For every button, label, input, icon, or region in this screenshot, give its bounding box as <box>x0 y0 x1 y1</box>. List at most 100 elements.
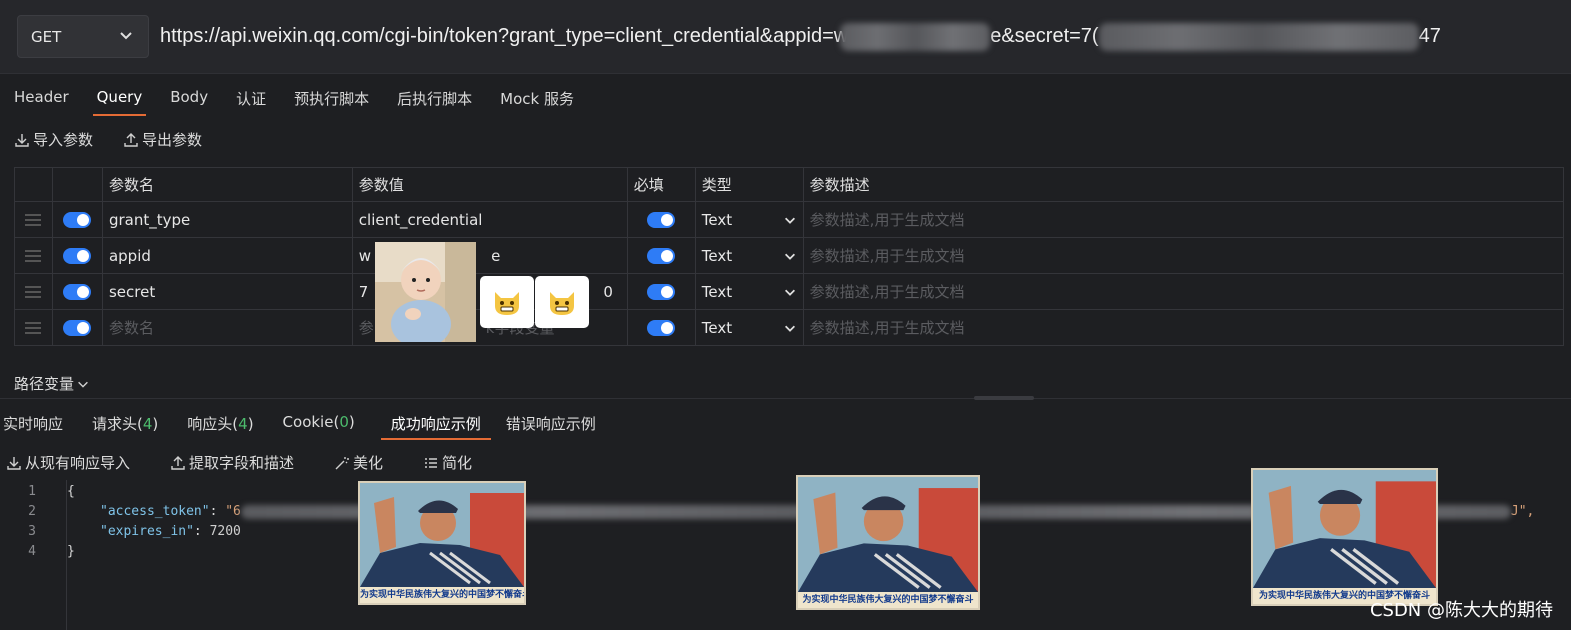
col-desc: 参数描述 <box>802 167 1565 202</box>
method-select[interactable]: GET <box>17 15 149 58</box>
export-params-label: 导出参数 <box>142 131 203 149</box>
tab-response-headers[interactable]: 响应头(4) <box>184 406 267 440</box>
type-label: Text <box>701 246 733 265</box>
param-desc-input[interactable]: 参数描述,用于生成文档 <box>802 273 1565 310</box>
url-end: 47 <box>1418 25 1441 47</box>
resize-handle[interactable] <box>974 396 1034 400</box>
grin-cat-icon <box>550 292 574 315</box>
col-required: 必填 <box>626 167 696 202</box>
code-line: { <box>67 484 75 499</box>
tab-header[interactable]: Header <box>0 78 83 116</box>
cat-emoji-sticker <box>535 276 589 328</box>
param-name[interactable]: appid <box>101 237 353 274</box>
download-icon <box>15 133 29 147</box>
param-toolbar: 导入参数 导出参数 <box>14 129 202 150</box>
url-prefix: https://api.weixin.qq.com/cgi-bin/token?… <box>160 25 849 47</box>
param-name[interactable]: grant_type <box>101 201 353 238</box>
required-toggle[interactable] <box>647 211 676 228</box>
chevron-down-icon <box>120 32 132 40</box>
table-row-new: 参数名 参 k字段变量 Text 参数描述,用于生成文档 <box>14 309 1565 346</box>
tab-mock[interactable]: Mock 服务 <box>486 78 588 116</box>
list-icon <box>425 457 438 468</box>
tab-request-headers[interactable]: 请求头(4) <box>89 406 172 440</box>
required-toggle[interactable] <box>647 283 676 300</box>
line-number: 4 <box>28 544 36 559</box>
drag-handle-icon[interactable] <box>25 249 42 262</box>
param-name[interactable]: secret <box>101 273 353 310</box>
required-toggle[interactable] <box>647 247 676 264</box>
url-mid: e&secret=7( <box>990 25 1099 47</box>
poster-image: 为实现中华民族伟大复兴的中国梦不懈奋斗 <box>1251 468 1438 606</box>
table-header-row: 参数名 参数值 必填 类型 参数描述 <box>14 167 1565 202</box>
table-row: appid we Text 参数描述,用于生成文档 <box>14 237 1565 274</box>
drag-handle-icon[interactable] <box>25 213 42 226</box>
line-number: 1 <box>28 484 36 499</box>
chevron-down-icon <box>784 217 795 224</box>
params-table: 参数名 参数值 必填 类型 参数描述 grant_type client_cre… <box>14 167 1565 346</box>
tab-query[interactable]: Query <box>83 78 157 116</box>
extract-fields-button[interactable]: 提取字段和描述 <box>170 452 294 473</box>
chevron-down-icon <box>784 289 795 296</box>
chevron-down-icon <box>78 381 88 388</box>
enable-toggle[interactable] <box>63 211 92 228</box>
tab-cookie[interactable]: Cookie(0) <box>280 406 369 440</box>
worker-illustration <box>798 477 978 592</box>
col-type: 类型 <box>694 167 804 202</box>
worker-illustration <box>360 483 524 587</box>
divider <box>0 398 1571 399</box>
method-label: GET <box>31 27 62 46</box>
import-from-response-button[interactable]: 从现有响应导入 <box>6 452 130 473</box>
drag-handle-icon[interactable] <box>25 285 42 298</box>
poster-caption: 为实现中华民族伟大复兴的中国梦不懈奋斗 <box>798 592 978 608</box>
path-variables-toggle[interactable]: 路径变量 <box>14 373 90 394</box>
redacted-secret <box>1098 22 1419 51</box>
simplify-button[interactable]: 简化 <box>423 452 472 473</box>
required-toggle[interactable] <box>647 319 676 336</box>
tab-pre-script[interactable]: 预执行脚本 <box>280 78 383 116</box>
path-variables-label: 路径变量 <box>14 375 75 393</box>
col-value: 参数值 <box>351 167 628 202</box>
type-select[interactable]: Text <box>694 237 804 274</box>
drag-handle-icon[interactable] <box>25 321 42 334</box>
tab-success-example[interactable]: 成功响应示例 <box>380 406 491 440</box>
param-value[interactable]: client_credential <box>351 201 628 238</box>
poster-image: 为实现中华民族伟大复兴的中国梦不懈奋斗 <box>796 475 980 610</box>
poster-image: 为实现中华民族伟大复兴的中国梦不懈奋斗 <box>358 481 526 605</box>
line-gutter: 1 2 3 4 <box>0 480 67 630</box>
url-input[interactable]: https://api.weixin.qq.com/cgi-bin/token?… <box>160 15 1565 58</box>
import-params-button[interactable]: 导入参数 <box>14 129 93 150</box>
request-tabs: Header Query Body 认证 预执行脚本 后执行脚本 Mock 服务 <box>0 78 588 116</box>
upload-icon <box>124 132 138 147</box>
tab-post-script[interactable]: 后执行脚本 <box>383 78 486 116</box>
param-desc-input[interactable]: 参数描述,用于生成文档 <box>802 237 1565 274</box>
tab-body[interactable]: Body <box>156 78 222 116</box>
code-line: } <box>67 544 75 559</box>
tab-auth[interactable]: 认证 <box>222 78 280 116</box>
chevron-down-icon <box>784 253 795 260</box>
enable-toggle[interactable] <box>63 319 92 336</box>
tab-live-response[interactable]: 实时响应 <box>0 406 77 440</box>
enable-toggle[interactable] <box>63 247 92 264</box>
param-desc-input[interactable]: 参数描述,用于生成文档 <box>802 309 1565 346</box>
col-name: 参数名 <box>101 167 353 202</box>
cat-emoji-sticker <box>480 276 534 328</box>
beautify-button[interactable]: 美化 <box>334 452 383 473</box>
response-toolbar: 从现有响应导入 提取字段和描述 美化 简化 <box>6 452 472 473</box>
tab-error-example[interactable]: 错误响应示例 <box>503 406 610 440</box>
param-name-input[interactable]: 参数名 <box>101 309 353 346</box>
type-label: Text <box>701 282 733 301</box>
type-select[interactable]: Text <box>694 201 804 238</box>
table-row: grant_type client_credential Text 参数描述,用… <box>14 201 1565 238</box>
grin-cat-icon <box>495 292 519 315</box>
redacted-appid <box>840 22 991 51</box>
type-select[interactable]: Text <box>694 309 804 346</box>
baby-photo-sticker <box>375 242 476 342</box>
param-desc-input[interactable]: 参数描述,用于生成文档 <box>802 201 1565 238</box>
type-label: Text <box>701 210 733 229</box>
watermark: CSDN @陈大大的期待 <box>1369 600 1553 621</box>
download-icon <box>7 456 21 470</box>
type-select[interactable]: Text <box>694 273 804 310</box>
response-tabs: 实时响应 请求头(4) 响应头(4) Cookie(0) 成功响应示例 错误响应… <box>0 406 622 440</box>
enable-toggle[interactable] <box>63 283 92 300</box>
export-params-button[interactable]: 导出参数 <box>123 129 202 150</box>
